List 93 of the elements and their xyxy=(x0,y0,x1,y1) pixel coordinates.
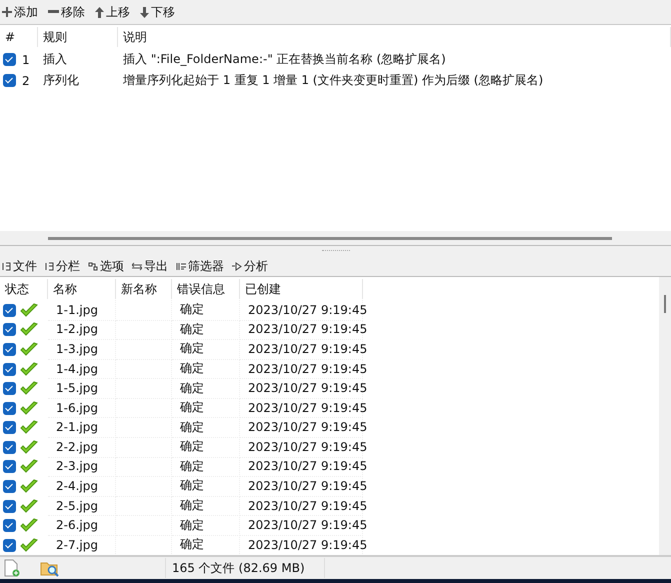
scrollbar-thumb[interactable] xyxy=(48,236,612,240)
checkbox[interactable] xyxy=(3,342,16,356)
rule-name: 插入 xyxy=(42,51,68,68)
list-icon xyxy=(2,262,11,270)
checkbox[interactable] xyxy=(3,421,16,434)
checkmark-icon xyxy=(20,400,38,416)
checkmark-icon xyxy=(20,518,38,534)
checkmark-icon xyxy=(20,381,38,396)
file-name: 1-5.jpg xyxy=(48,378,116,399)
column-header[interactable]: # xyxy=(0,27,38,47)
file-name: 1-2.jpg xyxy=(48,320,116,340)
checkbox[interactable] xyxy=(3,53,16,66)
checkbox[interactable] xyxy=(3,480,16,493)
error-info: 确定 xyxy=(172,515,240,536)
error-info: 确定 xyxy=(172,339,240,360)
folder-search-icon[interactable] xyxy=(40,560,60,576)
checkmark-icon xyxy=(20,362,38,377)
toolbar-button[interactable]: 分析 xyxy=(232,258,268,274)
down-arrow-icon xyxy=(140,6,149,18)
file-count: 165 个文件 (82.69 MB) xyxy=(165,558,325,578)
column-header[interactable]: 状态 xyxy=(0,278,48,299)
nodes-icon xyxy=(88,262,98,270)
toolbar-button[interactable]: 导出 xyxy=(132,258,168,274)
rule-description: 插入 ":File_FolderName:-" 正在替换当前名称 (忽略扩展名) xyxy=(122,51,447,68)
error-info: 确定 xyxy=(172,398,240,418)
toolbar-button[interactable]: 选项 xyxy=(88,258,124,274)
error-info: 确定 xyxy=(172,358,240,380)
checkbox[interactable] xyxy=(3,440,16,454)
column-header[interactable]: 已创建 xyxy=(240,278,363,299)
checkbox[interactable] xyxy=(3,323,16,336)
checkmark-icon xyxy=(20,538,38,553)
file-name: 1-4.jpg xyxy=(48,358,116,380)
toolbar-button[interactable]: 文件 xyxy=(2,258,37,274)
rule-name: 序列化 xyxy=(42,72,80,89)
toolbar-button[interactable]: 分栏 xyxy=(45,258,80,274)
checkmark-icon xyxy=(20,322,38,338)
checkmark-icon xyxy=(20,420,38,436)
file-name: 1-6.jpg xyxy=(48,398,116,418)
rule-description: 增量序列化起始于 1 重复 1 增量 1 (文件夹变更时重置) 作为后缀 (忽略扩展名) xyxy=(122,72,544,89)
plus-icon xyxy=(2,7,12,17)
checkmark-icon xyxy=(20,459,38,474)
column-header[interactable]: 新名称 xyxy=(116,278,172,299)
checkbox[interactable] xyxy=(3,304,16,317)
checkmark-icon xyxy=(20,440,38,455)
file-name: 2-1.jpg xyxy=(48,417,116,438)
minus-icon xyxy=(48,10,59,14)
error-info: 确定 xyxy=(172,417,240,438)
error-info: 确定 xyxy=(172,378,240,399)
error-info: 确定 xyxy=(172,300,240,321)
checkbox[interactable] xyxy=(3,519,16,532)
rule-number: 2 xyxy=(21,74,30,88)
file-name: 1-3.jpg xyxy=(48,339,116,360)
checkmark-icon xyxy=(20,478,38,494)
column-header[interactable]: 规则 xyxy=(38,27,118,47)
error-info: 确定 xyxy=(172,320,240,340)
file-name: 2-4.jpg xyxy=(48,476,116,497)
toolbar-button[interactable]: 下移 xyxy=(140,4,175,20)
file-name: 1-1.jpg xyxy=(48,300,116,321)
column-header[interactable]: 错误信息 xyxy=(172,278,240,299)
checkbox[interactable] xyxy=(3,362,16,376)
checkbox[interactable] xyxy=(3,460,16,474)
new-file-icon[interactable] xyxy=(4,559,20,577)
list-icon xyxy=(45,262,54,270)
checkbox[interactable] xyxy=(3,538,16,552)
file-name: 2-3.jpg xyxy=(48,456,116,478)
error-info: 确定 xyxy=(172,496,240,516)
toolbar-button[interactable]: 筛选器 xyxy=(176,258,224,274)
error-info: 确定 xyxy=(172,476,240,497)
column-header[interactable]: 名称 xyxy=(48,278,116,299)
toolbar-button[interactable]: 添加 xyxy=(2,4,38,20)
checkbox[interactable] xyxy=(3,402,16,415)
checkmark-icon xyxy=(20,342,38,357)
toolbar-button[interactable]: 上移 xyxy=(95,4,130,20)
play-icon xyxy=(232,262,242,270)
error-info: 确定 xyxy=(172,456,240,478)
toolbar-button[interactable]: 移除 xyxy=(48,4,85,20)
checkmark-icon xyxy=(20,302,38,318)
up-arrow-icon xyxy=(95,6,104,18)
checkbox[interactable] xyxy=(3,74,16,87)
checkbox[interactable] xyxy=(3,382,16,396)
checkmark-icon xyxy=(20,498,38,514)
rule-number: 1 xyxy=(21,52,30,66)
column-header[interactable]: 说明 xyxy=(118,27,671,47)
file-name: 2-6.jpg xyxy=(48,515,116,536)
checkbox[interactable] xyxy=(3,500,16,513)
filter-icon xyxy=(176,262,186,270)
error-info: 确定 xyxy=(172,437,240,458)
file-name: 2-7.jpg xyxy=(48,534,116,555)
scrollbar-thumb[interactable] xyxy=(664,295,666,313)
swap-arrows-icon xyxy=(132,262,142,270)
file-name: 2-5.jpg xyxy=(48,496,116,516)
file-name: 2-2.jpg xyxy=(48,437,116,458)
error-info: 确定 xyxy=(172,534,240,555)
